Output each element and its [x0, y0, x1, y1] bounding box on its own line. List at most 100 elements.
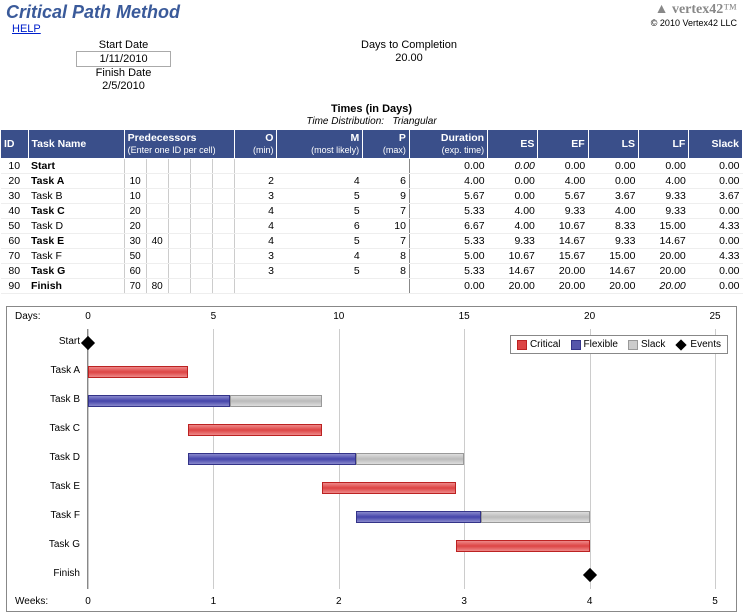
predecessor-cell[interactable] [146, 204, 168, 219]
finish-date-label: Finish Date [76, 67, 171, 79]
predecessor-cell[interactable] [168, 159, 190, 174]
col-predecessors: Predecessors(Enter one ID per cell) [124, 130, 234, 159]
critical-bar [88, 366, 188, 378]
predecessor-cell[interactable]: 10 [124, 189, 146, 204]
critical-bar [456, 540, 590, 552]
times-header: Times (in Days) [331, 103, 412, 115]
critical-bar [188, 424, 322, 436]
predecessor-cell[interactable]: 70 [124, 279, 146, 294]
start-date-label: Start Date [76, 39, 171, 51]
predecessor-cell[interactable]: 80 [146, 279, 168, 294]
legend-swatch-flexible [571, 340, 581, 350]
predecessor-cell[interactable] [168, 219, 190, 234]
predecessor-cell[interactable] [212, 204, 234, 219]
chart-row-label: Finish [14, 568, 80, 579]
predecessor-cell[interactable] [212, 249, 234, 264]
slack-bar [481, 511, 590, 523]
legend-swatch-events [676, 339, 687, 350]
predecessor-cell[interactable] [190, 249, 212, 264]
predecessor-cell[interactable] [212, 159, 234, 174]
start-date-value[interactable]: 1/11/2010 [76, 51, 171, 67]
legend-swatch-slack [628, 340, 638, 350]
predecessor-cell[interactable] [190, 279, 212, 294]
predecessor-cell[interactable] [168, 174, 190, 189]
col-lf: LF [638, 130, 688, 159]
gantt-chart: Critical Flexible Slack Events Days: Wee… [6, 306, 737, 612]
chart-row-label: Task C [14, 423, 80, 434]
predecessor-cell[interactable] [168, 204, 190, 219]
copyright: © 2010 Vertex42 LLC [651, 18, 737, 28]
table-row: 60Task E30404575.339.3314.679.3314.670.0… [1, 234, 743, 249]
critical-bar [322, 482, 456, 494]
legend-swatch-critical [517, 340, 527, 350]
chart-row-label: Task E [14, 481, 80, 492]
predecessor-cell[interactable] [124, 159, 146, 174]
predecessor-cell[interactable] [212, 264, 234, 279]
predecessor-cell[interactable]: 20 [124, 219, 146, 234]
predecessor-cell[interactable] [190, 219, 212, 234]
col-o: O(min) [234, 130, 277, 159]
table-row: 70Task F503485.0010.6715.6715.0020.004.3… [1, 249, 743, 264]
page-title: Critical Path Method [6, 2, 180, 23]
predecessor-cell[interactable]: 30 [124, 234, 146, 249]
days-axis-label: Days: [15, 311, 41, 322]
predecessor-cell[interactable] [212, 174, 234, 189]
chart-row-label: Task D [14, 452, 80, 463]
predecessor-cell[interactable] [168, 234, 190, 249]
flexible-bar [188, 453, 355, 465]
task-table: ID Task Name Predecessors(Enter one ID p… [0, 129, 743, 294]
predecessor-cell[interactable]: 60 [124, 264, 146, 279]
predecessor-cell[interactable] [212, 279, 234, 294]
chart-row-label: Start [14, 336, 80, 347]
predecessor-cell[interactable] [146, 249, 168, 264]
chart-row-label: Task B [14, 394, 80, 405]
predecessor-cell[interactable]: 20 [124, 204, 146, 219]
table-row: 40Task C204575.334.009.334.009.330.00 [1, 204, 743, 219]
help-link[interactable]: HELP [6, 23, 41, 35]
table-row: 20Task A102464.000.004.000.004.000.00 [1, 174, 743, 189]
predecessor-cell[interactable] [190, 264, 212, 279]
col-ls: LS [588, 130, 638, 159]
predecessor-cell[interactable] [168, 249, 190, 264]
predecessor-cell[interactable] [146, 264, 168, 279]
event-marker [81, 336, 95, 350]
predecessor-cell[interactable] [212, 234, 234, 249]
predecessor-cell[interactable] [168, 264, 190, 279]
predecessor-cell[interactable] [190, 234, 212, 249]
chart-legend: Critical Flexible Slack Events [510, 335, 728, 354]
chart-row-label: Task A [14, 365, 80, 376]
col-ef: EF [538, 130, 588, 159]
table-row: 80Task G603585.3314.6720.0014.6720.000.0… [1, 264, 743, 279]
col-m: M(most likely) [277, 130, 363, 159]
predecessor-cell[interactable]: 10 [124, 174, 146, 189]
predecessor-cell[interactable] [168, 189, 190, 204]
col-id: ID [1, 130, 29, 159]
slack-bar [230, 395, 322, 407]
predecessor-cell[interactable] [190, 159, 212, 174]
weeks-axis-label: Weeks: [15, 596, 48, 607]
days-completion-value: 20.00 [362, 51, 457, 65]
predecessor-cell[interactable] [146, 174, 168, 189]
flexible-bar [88, 395, 230, 407]
table-row: 30Task B103595.670.005.673.679.333.67 [1, 189, 743, 204]
col-taskname: Task Name [28, 130, 124, 159]
table-row: 10Start0.000.000.000.000.000.00 [1, 159, 743, 174]
predecessor-cell[interactable] [168, 279, 190, 294]
col-p: P(max) [363, 130, 410, 159]
predecessor-cell[interactable]: 40 [146, 234, 168, 249]
col-es: ES [488, 130, 538, 159]
predecessor-cell[interactable] [190, 204, 212, 219]
predecessor-cell[interactable]: 50 [124, 249, 146, 264]
slack-bar [356, 453, 465, 465]
predecessor-cell[interactable] [190, 174, 212, 189]
predecessor-cell[interactable] [146, 159, 168, 174]
col-duration: Duration(exp. time) [409, 130, 487, 159]
predecessor-cell[interactable] [212, 219, 234, 234]
predecessor-cell[interactable] [146, 189, 168, 204]
table-row: 50Task D2046106.674.0010.678.3315.004.33 [1, 219, 743, 234]
predecessor-cell[interactable] [190, 189, 212, 204]
predecessor-cell[interactable] [146, 219, 168, 234]
event-marker [583, 567, 597, 581]
predecessor-cell[interactable] [212, 189, 234, 204]
chart-row-label: Task F [14, 510, 80, 521]
